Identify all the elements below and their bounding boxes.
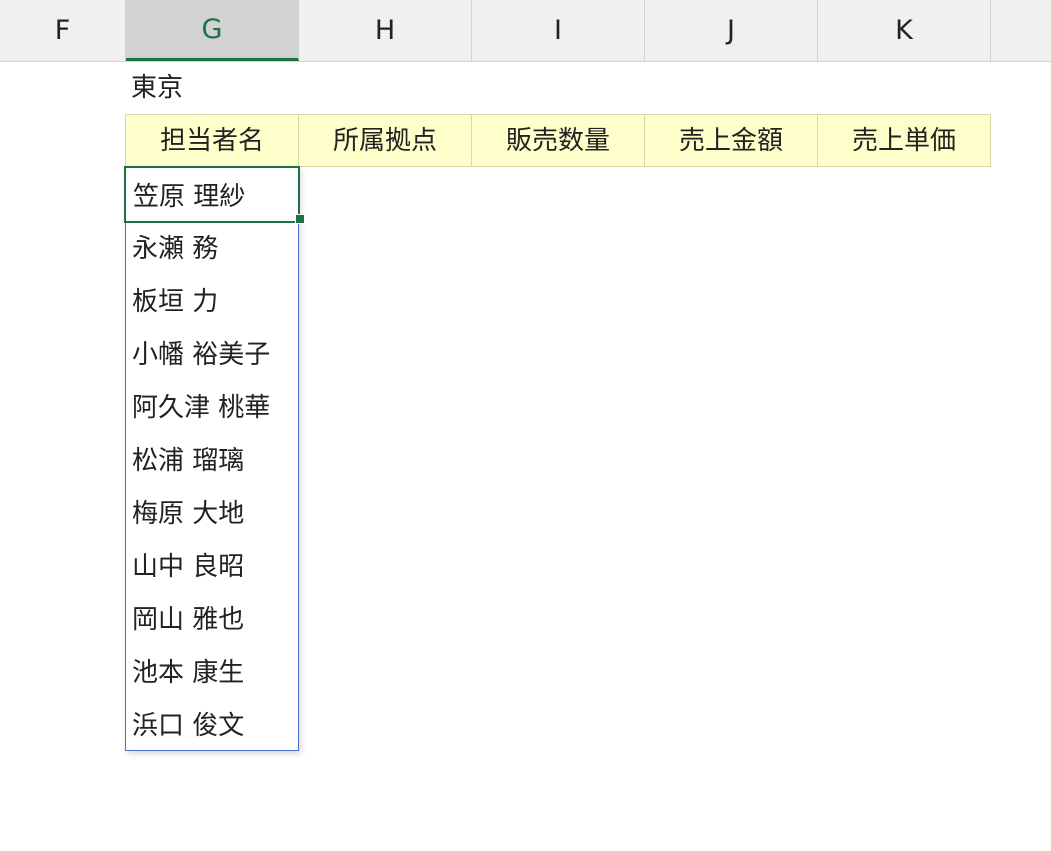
header-cell-location[interactable]: 所属拠点 <box>298 114 472 167</box>
dropdown-item[interactable]: 阿久津 桃華 <box>126 379 298 432</box>
column-header-k[interactable]: K <box>818 0 991 61</box>
dropdown-item-selected[interactable]: 笠原 理紗 <box>124 166 300 223</box>
column-header-g[interactable]: G <box>126 0 299 61</box>
dropdown-item[interactable]: 梅原 大地 <box>126 485 298 538</box>
sheet-title-cell[interactable]: 東京 <box>126 62 298 114</box>
dropdown-item[interactable]: 浜口 俊文 <box>126 697 298 750</box>
header-cell-sales-amount[interactable]: 売上金額 <box>644 114 818 167</box>
dropdown-item[interactable]: 松浦 瑠璃 <box>126 432 298 485</box>
fill-handle[interactable] <box>295 214 305 224</box>
column-header-i[interactable]: I <box>472 0 645 61</box>
dropdown-item[interactable]: 池本 康生 <box>126 644 298 697</box>
dropdown-list[interactable]: 笠原 理紗 永瀬 務 板垣 力 小幡 裕美子 阿久津 桃華 松浦 瑠璃 梅原 大… <box>124 166 300 751</box>
column-header-h[interactable]: H <box>299 0 472 61</box>
dropdown-item[interactable]: 岡山 雅也 <box>126 591 298 644</box>
column-header-j[interactable]: J <box>645 0 818 61</box>
header-cell-assignee[interactable]: 担当者名 <box>125 114 299 167</box>
dropdown-item[interactable]: 山中 良昭 <box>126 538 298 591</box>
header-cell-unit-price[interactable]: 売上単価 <box>817 114 991 167</box>
header-cell-quantity[interactable]: 販売数量 <box>471 114 645 167</box>
dropdown-item[interactable]: 小幡 裕美子 <box>126 326 298 379</box>
column-header-f[interactable]: F <box>0 0 126 61</box>
dropdown-item[interactable]: 永瀬 務 <box>126 220 298 273</box>
dropdown-item[interactable]: 板垣 力 <box>126 273 298 326</box>
column-header-bar: F G H I J K <box>0 0 1051 62</box>
